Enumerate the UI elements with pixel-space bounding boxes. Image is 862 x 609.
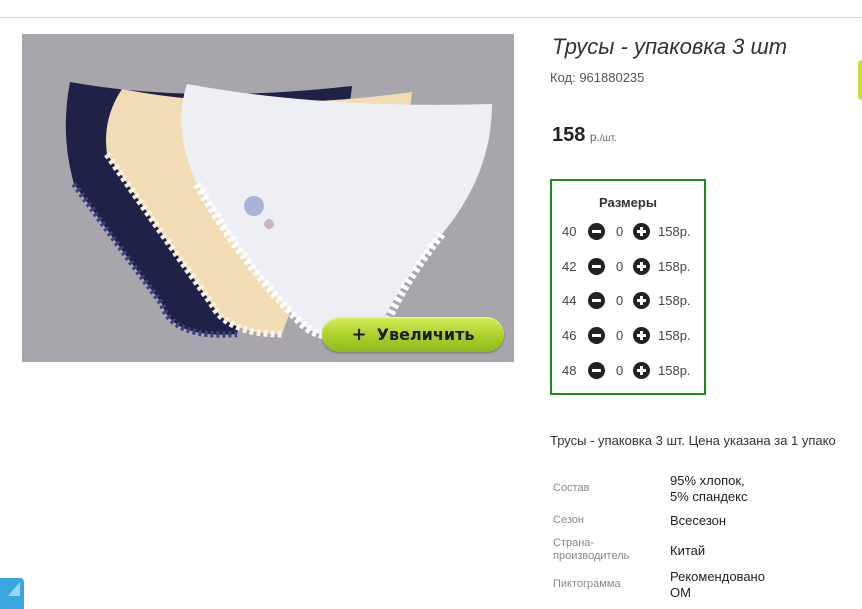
decrease-icon[interactable] <box>588 362 605 379</box>
product-description: Трусы - упаковка 3 шт. Цена указана за 1… <box>550 433 836 448</box>
decrease-icon[interactable] <box>588 292 605 309</box>
size-row: 46 0 158р. <box>552 325 704 347</box>
increase-icon[interactable] <box>633 362 650 379</box>
attribute-value-composition: 95% хлопок, 5% спандекс <box>670 473 748 504</box>
size-price: 158р. <box>658 293 691 308</box>
price-unit: р./шт. <box>589 130 617 144</box>
size-label: 44 <box>562 293 577 308</box>
chat-widget-icon[interactable] <box>0 578 24 609</box>
sizes-title: Размеры <box>599 195 657 210</box>
size-price: 158р. <box>658 328 691 343</box>
attribute-value-season: Всесезон <box>670 513 727 528</box>
size-quantity: 0 <box>616 259 624 274</box>
attribute-value-country: Китай <box>670 543 706 558</box>
attribute-label-season: Сезон <box>553 514 584 526</box>
increase-icon[interactable] <box>633 327 650 344</box>
product-image[interactable]: + Увеличить <box>22 34 514 362</box>
attribute-label-composition: Состав <box>553 482 590 494</box>
decrease-icon[interactable] <box>588 327 605 344</box>
attribute-label-country: Страна- производитель <box>553 537 630 562</box>
size-label: 48 <box>562 363 577 378</box>
size-row: 48 0 158р. <box>552 360 704 382</box>
size-selector: Размеры 40 0 158р. 42 0 158р. 44 0 158р.… <box>550 179 706 395</box>
increase-icon[interactable] <box>633 258 650 275</box>
product-photo-illustration <box>65 82 492 342</box>
plus-icon: + <box>351 324 367 345</box>
size-row: 44 0 158р. <box>552 290 704 312</box>
price-value: 158 <box>552 124 586 146</box>
zoom-button-label: Увеличить <box>376 325 475 344</box>
size-quantity: 0 <box>616 363 624 378</box>
attribute-value-pictogram: Рекомендовано ОМ <box>670 569 765 600</box>
product-code: Код: 961880235 <box>550 70 645 85</box>
size-price: 158р. <box>658 259 691 274</box>
increase-icon[interactable] <box>633 292 650 309</box>
size-row: 40 0 158р. <box>552 221 704 243</box>
increase-icon[interactable] <box>633 223 650 240</box>
zoom-button[interactable]: + Увеличить <box>322 317 504 352</box>
cart-button-edge[interactable] <box>858 60 862 100</box>
size-quantity: 0 <box>616 328 624 343</box>
decrease-icon[interactable] <box>588 223 605 240</box>
size-price: 158р. <box>658 363 691 378</box>
product-price: 158 р./шт. <box>552 124 617 147</box>
header-divider <box>0 17 862 18</box>
size-label: 40 <box>562 224 577 239</box>
product-title: Трусы - упаковка 3 шт <box>552 34 788 59</box>
size-row: 42 0 158р. <box>552 256 704 278</box>
size-price: 158р. <box>658 224 691 239</box>
attribute-label-pictogram: Пиктограмма <box>553 578 621 590</box>
size-label: 42 <box>562 259 577 274</box>
size-label: 46 <box>562 328 577 343</box>
size-quantity: 0 <box>616 224 624 239</box>
size-quantity: 0 <box>616 293 624 308</box>
decrease-icon[interactable] <box>588 258 605 275</box>
